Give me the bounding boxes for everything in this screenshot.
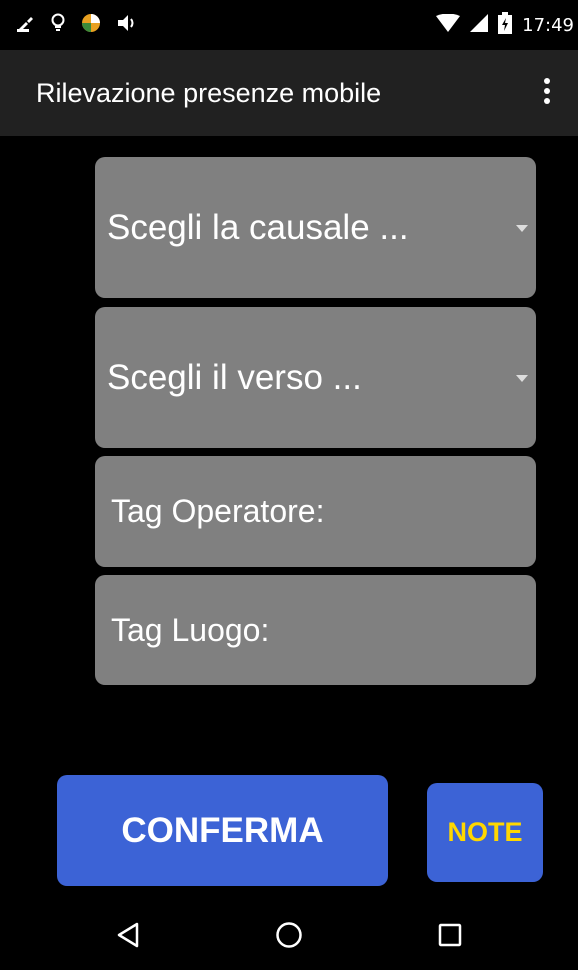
dropdown-arrow-icon: [516, 219, 528, 237]
battery-icon: [498, 11, 513, 39]
cleaner-icon: [16, 14, 36, 37]
back-button[interactable]: [98, 908, 158, 968]
lightbulb-icon: [50, 13, 66, 38]
verso-spinner-label: Scegli il verso ...: [107, 357, 362, 397]
status-right-icons: 17:49: [436, 11, 574, 39]
signal-icon: [470, 13, 489, 37]
status-bar: 17:49: [0, 0, 578, 50]
tag-operatore-field[interactable]: Tag Operatore:: [95, 456, 536, 567]
status-time: 17:49: [522, 14, 574, 36]
app-title: Rilevazione presenze mobile: [36, 77, 382, 108]
causale-spinner-label: Scegli la causale ...: [107, 207, 409, 247]
app-bar: Rilevazione presenze mobile: [0, 50, 578, 136]
more-vert-icon: [543, 77, 551, 110]
tag-luogo-field[interactable]: Tag Luogo:: [95, 575, 536, 685]
tag-luogo-label: Tag Luogo:: [111, 611, 270, 648]
home-button[interactable]: [259, 908, 319, 968]
status-left-icons: [16, 12, 138, 39]
back-icon: [116, 922, 140, 953]
home-icon: [275, 921, 303, 954]
app-icon: [80, 12, 102, 39]
note-button[interactable]: NOTE: [427, 783, 543, 882]
tag-operatore-label: Tag Operatore:: [111, 493, 325, 529]
dropdown-arrow-icon: [516, 369, 528, 387]
volume-icon: [116, 13, 138, 38]
wifi-icon: [436, 13, 461, 37]
causale-spinner[interactable]: Scegli la causale ...: [95, 157, 536, 298]
recents-button[interactable]: [420, 908, 480, 968]
verso-spinner[interactable]: Scegli il verso ...: [95, 307, 536, 448]
recents-icon: [438, 923, 462, 952]
overflow-menu-button[interactable]: [532, 73, 562, 113]
confirm-button[interactable]: CONFERMA: [57, 775, 388, 886]
navigation-bar: [0, 905, 578, 970]
